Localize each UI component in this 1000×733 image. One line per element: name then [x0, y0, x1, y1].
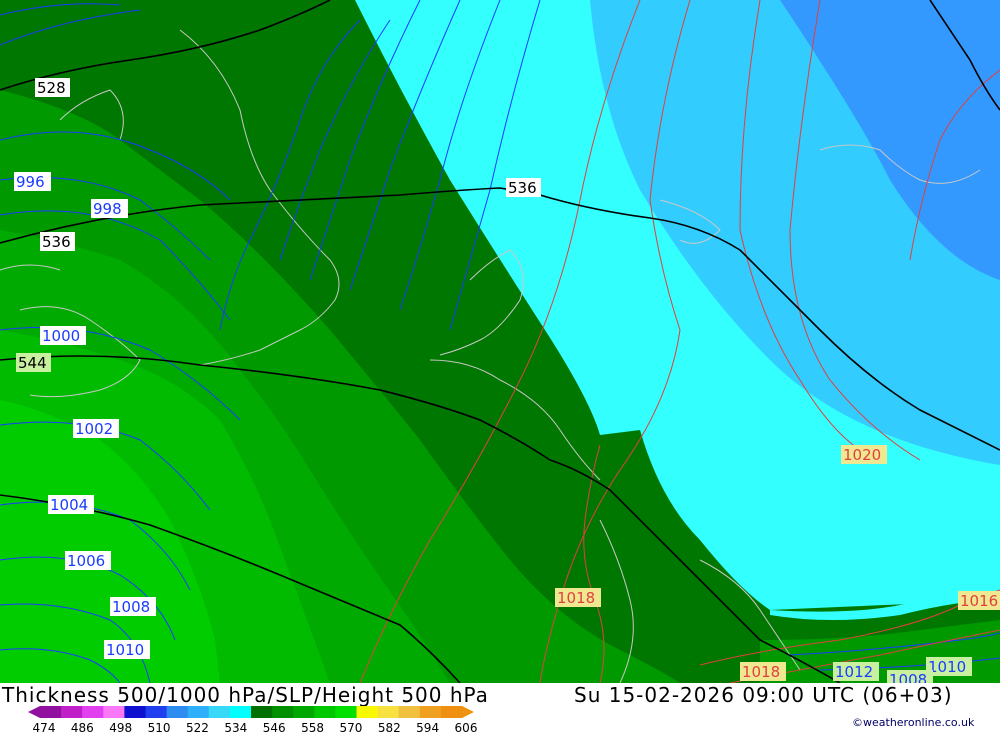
legend-swatch: [124, 706, 146, 718]
legend-tick-label: 510: [148, 721, 171, 733]
legend-swatch: [398, 706, 421, 718]
legend-tick-label: 534: [224, 721, 247, 733]
legend-swatch: [440, 706, 463, 718]
slp-label-1000: 1000: [42, 327, 80, 345]
legend-tick-label: 570: [339, 721, 362, 733]
legend-swatch: [356, 706, 379, 718]
legend-swatch: [187, 706, 210, 718]
slp-label-1008: 1008: [112, 598, 150, 616]
thickness-label-544: 544: [18, 354, 47, 372]
slp-label-1016: 1016: [960, 592, 998, 610]
legend-swatch: [61, 706, 83, 718]
slp-label-1010: 1010: [106, 641, 144, 659]
legend-swatch: [208, 706, 231, 718]
legend-swatch: [229, 706, 252, 718]
map-datetime: Su 15-02-2026 09:00 UTC (06+03): [574, 683, 953, 707]
weather-map-page: 528 536 536 544 996 998 1000 1002 1004 1…: [0, 0, 1000, 733]
slp-label-1010-se: 1010: [928, 658, 966, 676]
legend-swatch: [314, 706, 336, 718]
legend-swatch: [251, 706, 273, 718]
slp-label-1004: 1004: [50, 496, 88, 514]
thickness-label-536-b: 536: [42, 233, 71, 251]
legend-swatch: [145, 706, 168, 718]
slp-label-1020: 1020: [843, 446, 881, 464]
legend-swatch: [166, 706, 189, 718]
legend-tick-label: 594: [416, 721, 439, 733]
legend-tick-label: 546: [263, 721, 286, 733]
legend-swatch: [82, 706, 104, 718]
slp-label-1012: 1012: [835, 663, 873, 681]
legend-tick-label: 606: [455, 721, 478, 733]
legend-tick-label: 522: [186, 721, 209, 733]
legend-tick-label: 582: [378, 721, 401, 733]
slp-label-1008-se: 1008: [889, 671, 927, 683]
thickness-label-528: 528: [37, 79, 66, 97]
legend-tick-label: 486: [71, 721, 94, 733]
legend-tick-label: 558: [301, 721, 324, 733]
thickness-label-536-a: 536: [508, 179, 537, 197]
legend-swatch: [293, 706, 315, 718]
color-legend: 474 486 498 510 522 534 546 558 570 582 594 606: [28, 706, 478, 733]
legend-swatch: [40, 706, 62, 718]
slp-label-1002: 1002: [75, 420, 113, 438]
legend-tick-label: 474: [33, 721, 56, 733]
legend-tick-label: 498: [109, 721, 132, 733]
legend-swatch: [335, 706, 357, 718]
slp-label-1018-se: 1018: [742, 663, 780, 681]
map-footer: Thickness 500/1000 hPa/SLP/Height 500 hP…: [0, 683, 1000, 733]
legend-arrow-right: [462, 706, 474, 718]
legend-swatch: [377, 706, 400, 718]
legend-swatch: [272, 706, 294, 718]
weather-map: 528 536 536 544 996 998 1000 1002 1004 1…: [0, 0, 1000, 683]
credit-link[interactable]: ©weatheronline.co.uk: [852, 716, 974, 729]
slp-label-1006: 1006: [67, 552, 105, 570]
legend-swatch: [103, 706, 125, 718]
slp-label-996: 996: [16, 173, 45, 191]
legend-swatch: [419, 706, 442, 718]
slp-label-998: 998: [93, 200, 122, 218]
legend-arrow-left: [28, 706, 40, 718]
slp-label-1018: 1018: [557, 589, 595, 607]
